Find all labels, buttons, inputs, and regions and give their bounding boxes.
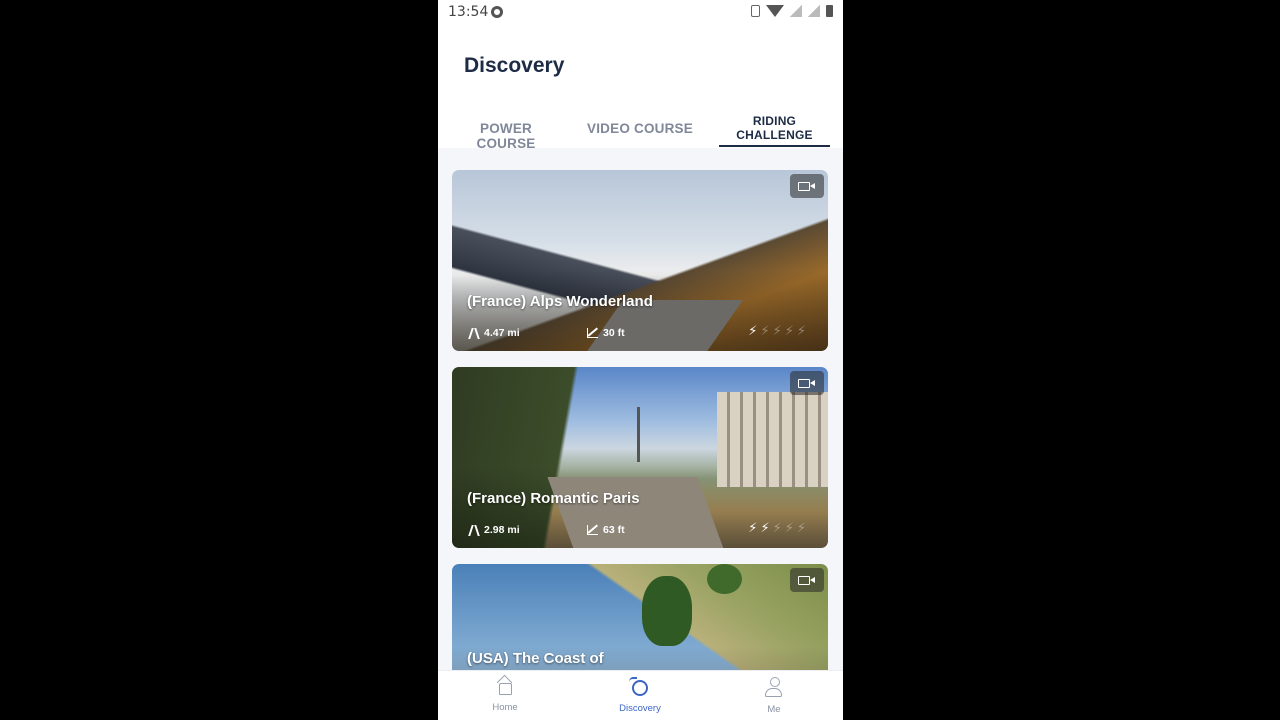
nav-label: Me <box>767 704 781 715</box>
distance-icon <box>468 328 479 339</box>
card-image-tower <box>637 407 640 462</box>
difficulty-rating: ⚡︎ ⚡︎ ⚡︎ ⚡︎ ⚡︎ <box>748 521 806 534</box>
course-distance: 2.98 mi <box>468 524 520 536</box>
difficulty-rating: ⚡︎ ⚡︎ ⚡︎ ⚡︎ ⚡︎ <box>748 324 806 337</box>
bolt-icon: ⚡︎ <box>760 520 770 535</box>
status-time: 13:54 <box>448 4 489 20</box>
bolt-icon: ⚡︎ <box>772 323 782 338</box>
elevation-value: 63 ft <box>603 524 625 536</box>
nav-label: Discovery <box>619 703 661 714</box>
elevation-icon <box>587 525 598 535</box>
battery-icon <box>826 5 833 17</box>
course-elevation: 63 ft <box>587 524 625 536</box>
bolt-icon: ⚡︎ <box>748 323 758 338</box>
header: Discovery POWER COURSE VIDEO COURSE RIDI… <box>438 26 843 151</box>
bolt-icon: ⚡︎ <box>784 520 794 535</box>
video-camera-lens <box>810 380 815 386</box>
tab-video-course[interactable]: VIDEO COURSE <box>586 121 694 136</box>
status-bar: 13:54 <box>438 0 843 26</box>
card-image-building <box>717 392 828 487</box>
course-distance: 4.47 mi <box>468 327 520 339</box>
video-camera-icon <box>798 182 810 191</box>
bolt-icon: ⚡︎ <box>748 520 758 535</box>
active-tab-indicator <box>719 145 830 147</box>
distance-value: 2.98 mi <box>484 524 520 536</box>
video-camera-lens <box>810 183 815 189</box>
nav-me[interactable]: Me <box>739 677 809 715</box>
elevation-value: 30 ft <box>603 327 625 339</box>
status-icons <box>751 5 833 17</box>
discovery-icon <box>629 677 648 696</box>
course-card[interactable]: (France) Romantic Paris 2.98 mi 63 ft ⚡︎… <box>452 367 828 548</box>
tab-power-course[interactable]: POWER COURSE <box>451 121 561 151</box>
home-icon <box>498 683 512 695</box>
card-image-path <box>547 477 727 548</box>
tab-bar: POWER COURSE VIDEO COURSE RIDING CHALLEN… <box>438 108 843 151</box>
course-card[interactable]: (USA) The Coast of <box>452 564 828 670</box>
tab-riding-challenge[interactable]: RIDING CHALLENGE <box>719 114 830 142</box>
elevation-icon <box>587 328 598 338</box>
bolt-icon: ⚡︎ <box>772 520 782 535</box>
nav-label: Home <box>492 702 518 713</box>
card-image-tree <box>707 564 742 594</box>
video-badge <box>790 174 824 198</box>
notification-app-icon <box>491 6 503 18</box>
phone-screen: 13:54 Discovery POWER COURSE VIDEO COURS… <box>438 0 843 720</box>
course-elevation: 30 ft <box>587 327 625 339</box>
bolt-icon: ⚡︎ <box>796 323 806 338</box>
bolt-icon: ⚡︎ <box>784 323 794 338</box>
course-list[interactable]: (France) Alps Wonderland 4.47 mi 30 ft ⚡… <box>438 148 843 670</box>
video-badge <box>790 568 824 592</box>
vibrate-icon <box>751 5 760 17</box>
video-badge <box>790 371 824 395</box>
nav-home[interactable]: Home <box>470 677 540 713</box>
person-icon <box>765 677 783 697</box>
wifi-icon <box>766 5 784 17</box>
signal-2-icon <box>808 5 820 17</box>
video-camera-icon <box>798 379 810 388</box>
page-title: Discovery <box>464 54 565 77</box>
course-title: (USA) The Coast of <box>467 650 604 667</box>
distance-value: 4.47 mi <box>484 327 520 339</box>
video-camera-icon <box>798 576 810 585</box>
bolt-icon: ⚡︎ <box>796 520 806 535</box>
bottom-navigation: Home Discovery Me <box>438 670 843 720</box>
bolt-icon: ⚡︎ <box>760 323 770 338</box>
card-image-tree <box>642 576 692 646</box>
course-title: (France) Alps Wonderland <box>467 293 653 310</box>
course-title: (France) Romantic Paris <box>467 490 640 507</box>
distance-icon <box>468 525 479 536</box>
signal-icon <box>790 5 802 17</box>
course-card[interactable]: (France) Alps Wonderland 4.47 mi 30 ft ⚡… <box>452 170 828 351</box>
video-camera-lens <box>810 577 815 583</box>
nav-discovery[interactable]: Discovery <box>605 677 675 714</box>
